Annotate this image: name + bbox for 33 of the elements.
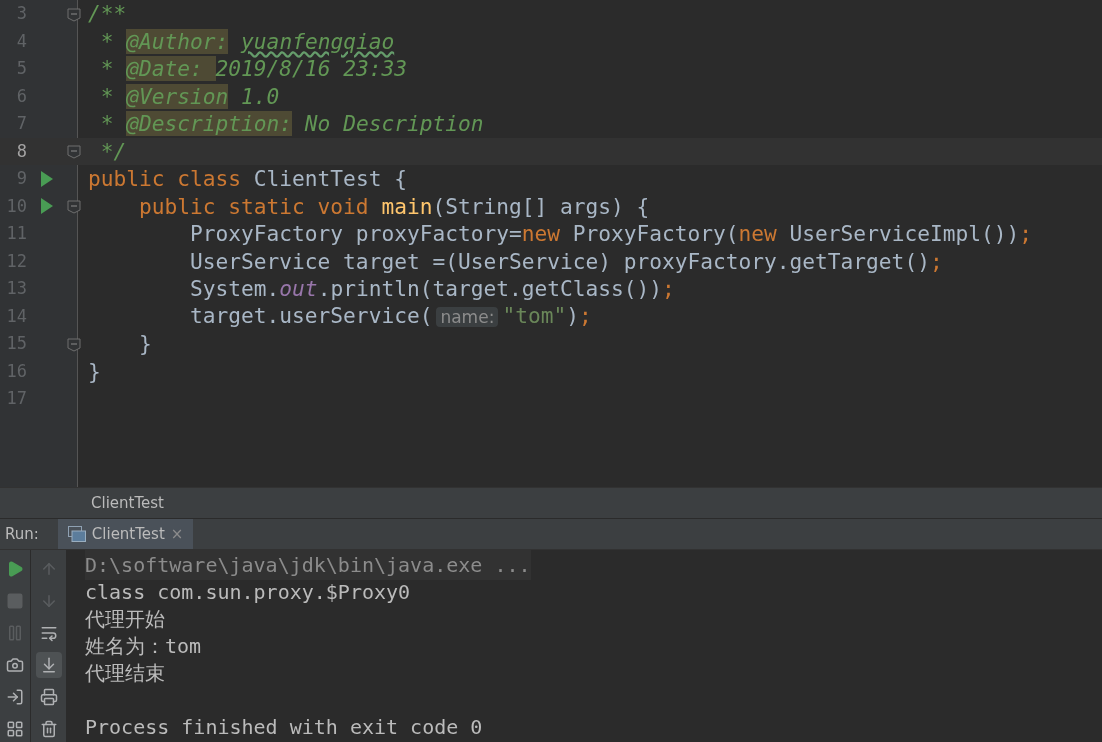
fold-icon[interactable] bbox=[67, 143, 81, 160]
run-tab[interactable]: ClientTest × bbox=[57, 519, 194, 549]
run-label: Run: bbox=[4, 523, 40, 545]
fold-icon[interactable] bbox=[67, 198, 81, 215]
console-output: class com.sun.proxy.$Proxy0 bbox=[85, 578, 411, 606]
code-line: */ bbox=[99, 137, 127, 165]
code-line: * @Date: 2019/8/16 23:33 bbox=[99, 55, 407, 83]
code-line: /** bbox=[88, 0, 127, 28]
code-line: } bbox=[88, 357, 101, 385]
code-line: } bbox=[138, 330, 152, 358]
code-editor[interactable] bbox=[0, 0, 1102, 487]
console-output: 姓名为：tom bbox=[85, 632, 202, 660]
line-number: 8 bbox=[15, 139, 27, 163]
code-line: * @Version 1.0 bbox=[99, 82, 280, 110]
code-line: public static void main(String[] args) { bbox=[138, 192, 650, 220]
run-icon[interactable] bbox=[41, 198, 53, 215]
run-icon[interactable] bbox=[41, 170, 53, 187]
code-line: public class ClientTest { bbox=[88, 165, 407, 193]
breadcrumb[interactable]: ClientTest bbox=[91, 491, 164, 515]
code-line: * @Description: No Description bbox=[99, 110, 484, 138]
fold-icon[interactable] bbox=[67, 5, 81, 22]
code-line: ProxyFactory proxyFactory=new ProxyFactory(new UserServiceImpl()); bbox=[189, 220, 1032, 248]
code-line: UserService target =(UserService) proxyFactory.getTarget(); bbox=[189, 247, 943, 275]
code-line: target.userService( name: "tom"); bbox=[189, 301, 592, 330]
console-output: Process finished with exit code 0 bbox=[85, 713, 483, 741]
code-line: System.out.println(target.getClass()); bbox=[189, 275, 675, 303]
console-window-icon bbox=[67, 526, 86, 542]
console-output: 代理开始 bbox=[85, 605, 165, 633]
close-icon[interactable]: × bbox=[170, 522, 184, 546]
console-output: 代理结束 bbox=[85, 659, 165, 687]
fold-icon[interactable] bbox=[67, 335, 81, 352]
code-line: * @Author: yuanfengqiao bbox=[99, 27, 395, 55]
scroll-to-end-icon[interactable] bbox=[35, 652, 62, 678]
